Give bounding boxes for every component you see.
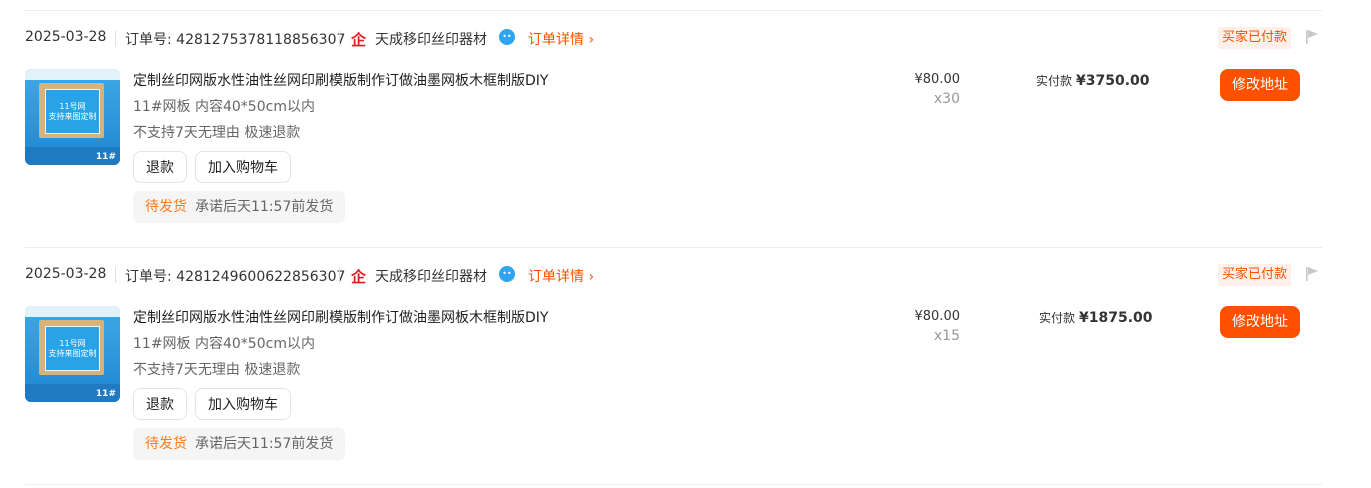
quantity: x30 xyxy=(933,91,960,107)
unit-price: ¥80.00 xyxy=(914,72,961,87)
paid-amount: ¥3750.00 xyxy=(1076,73,1150,89)
paid-label: 实付款 xyxy=(1039,311,1076,325)
quantity: x15 xyxy=(933,328,960,344)
divider xyxy=(339,267,340,283)
divider xyxy=(115,30,116,46)
thumbnail-text: 11号网 支持来图定制 xyxy=(48,102,97,121)
shipping-promise: 承诺后天11:57前发货 xyxy=(195,436,334,452)
divider xyxy=(339,30,340,46)
thumbnail-tag: 11# xyxy=(95,389,116,399)
thumbnail-banner xyxy=(25,69,120,80)
add-to-cart-button[interactable]: 加入购物车 xyxy=(195,151,291,183)
unit-price: ¥80.00 xyxy=(914,309,961,324)
order-date: 2025-03-28 xyxy=(25,266,107,282)
order-detail-link[interactable]: 订单详情 › xyxy=(528,29,594,49)
divider xyxy=(25,10,1322,11)
refund-button[interactable]: 退款 xyxy=(133,388,187,420)
flag-icon[interactable] xyxy=(1305,29,1319,45)
order-card: 2025-03-28 订单号: 4281249600622856307 企 天成… xyxy=(25,247,1322,485)
paid-amount-block: 实付款 ¥1875.00 xyxy=(1039,309,1153,326)
screen-graphic: 11号网 支持来图定制 xyxy=(45,326,100,371)
paid-amount-block: 实付款 ¥3750.00 xyxy=(1036,72,1150,89)
shop-name-link[interactable]: 天成移印丝印器材 xyxy=(375,29,487,49)
product-spec: 11#网板 内容40*50cm以内 xyxy=(133,336,315,352)
chat-icon[interactable]: •• xyxy=(499,266,515,282)
service-terms: 不支持7天无理由 极速退款 xyxy=(133,362,301,378)
divider xyxy=(115,267,116,283)
change-address-button[interactable]: 修改地址 xyxy=(1220,69,1300,101)
product-thumbnail[interactable]: 11号网 支持来图定制 11# xyxy=(25,69,120,165)
flag-icon[interactable] xyxy=(1305,266,1319,282)
product-title-link[interactable]: 定制丝印网版水性油性丝网印刷模版制作订做油墨网板木框制版DIY xyxy=(133,70,548,90)
add-to-cart-button[interactable]: 加入购物车 xyxy=(195,388,291,420)
order-header: 2025-03-28 订单号: 4281249600622856307 企 天成… xyxy=(25,264,1322,286)
thumbnail-tag: 11# xyxy=(95,152,116,162)
change-address-button[interactable]: 修改地址 xyxy=(1220,306,1300,338)
status-badge: 买家已付款 xyxy=(1217,264,1291,286)
shipping-status: 待发货 xyxy=(145,199,187,215)
shipping-status: 待发货 xyxy=(145,436,187,452)
divider xyxy=(25,484,1322,485)
product-thumbnail[interactable]: 11号网 支持来图定制 11# xyxy=(25,306,120,402)
order-number: 订单号: 4281249600622856307 xyxy=(125,269,346,285)
order-detail-link[interactable]: 订单详情 › xyxy=(528,266,594,286)
chat-icon[interactable]: •• xyxy=(499,29,515,45)
order-number: 订单号: 4281275378118856307 xyxy=(125,32,346,48)
divider xyxy=(25,247,1322,248)
thumbnail-text: 11号网 支持来图定制 xyxy=(48,339,97,358)
order-card: 2025-03-28 订单号: 4281275378118856307 企 天成… xyxy=(25,10,1322,246)
order-header: 2025-03-28 订单号: 4281275378118856307 企 天成… xyxy=(25,27,1322,49)
shop-name-link[interactable]: 天成移印丝印器材 xyxy=(375,266,487,286)
order-date: 2025-03-28 xyxy=(25,29,107,45)
refund-button[interactable]: 退款 xyxy=(133,151,187,183)
shipping-info: 待发货 承诺后天11:57前发货 xyxy=(133,191,346,223)
thumbnail-banner xyxy=(25,306,120,317)
shipping-info: 待发货 承诺后天11:57前发货 xyxy=(133,428,346,460)
screen-graphic: 11号网 支持来图定制 xyxy=(45,89,100,134)
enterprise-shop-icon: 企 xyxy=(351,268,367,286)
product-spec: 11#网板 内容40*50cm以内 xyxy=(133,99,315,115)
status-badge: 买家已付款 xyxy=(1217,27,1291,49)
shipping-promise: 承诺后天11:57前发货 xyxy=(195,199,334,215)
product-title-link[interactable]: 定制丝印网版水性油性丝网印刷模版制作订做油墨网板木框制版DIY xyxy=(133,307,548,327)
paid-amount: ¥1875.00 xyxy=(1079,310,1153,326)
paid-label: 实付款 xyxy=(1036,74,1073,88)
enterprise-shop-icon: 企 xyxy=(351,31,367,49)
service-terms: 不支持7天无理由 极速退款 xyxy=(133,125,301,141)
